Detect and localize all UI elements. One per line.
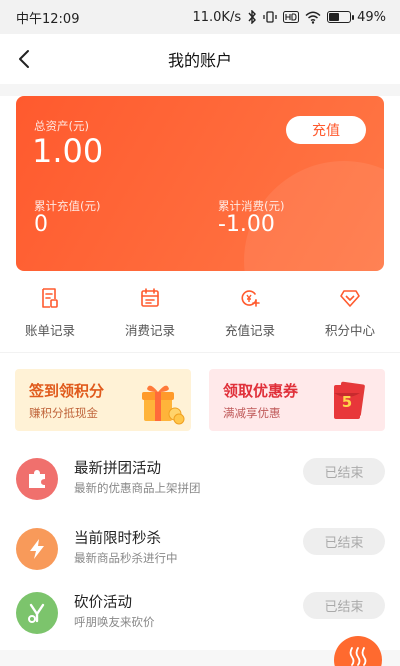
recharge-icon bbox=[241, 290, 260, 307]
lightning-icon bbox=[16, 528, 58, 570]
battery-percent: 49% bbox=[357, 9, 386, 25]
network-speed: 11.0K/s bbox=[192, 9, 242, 25]
promo-title: 签到领积分 bbox=[29, 382, 105, 400]
cut-icon bbox=[16, 592, 58, 634]
activity-title: 砍价活动 bbox=[74, 595, 132, 611]
promo-checkin-points[interactable]: 签到领积分 赚积分抵现金 bbox=[15, 369, 191, 431]
quick-link-label: 账单记录 bbox=[24, 323, 75, 338]
promo-title: 领取优惠券 bbox=[223, 382, 299, 400]
activity-title: 最新拼团活动 bbox=[74, 461, 161, 477]
battery-icon bbox=[327, 11, 355, 23]
calendar-icon bbox=[141, 288, 159, 307]
status-time: 中午12:09 bbox=[16, 11, 80, 27]
activity-flash-sale[interactable]: 当前限时秒杀 最新商品秒杀进行中 已结束 bbox=[0, 518, 400, 582]
vibrate-icon bbox=[263, 10, 277, 24]
promo-subtitle: 赚积分抵现金 bbox=[29, 406, 98, 420]
activity-title: 当前限时秒杀 bbox=[74, 531, 161, 547]
header-spacer bbox=[0, 84, 400, 96]
diamond-icon bbox=[340, 290, 360, 307]
quick-link-consumption[interactable]: 消费记录 bbox=[100, 282, 200, 344]
red-envelope-icon: 5 bbox=[331, 379, 367, 423]
status-bar: 中午12:09 11.0K/s 49% bbox=[0, 0, 400, 34]
wifi-icon bbox=[305, 11, 321, 24]
gift-box-icon bbox=[142, 385, 185, 425]
total-recharge-value: 0 bbox=[34, 212, 48, 237]
bluetooth-icon bbox=[247, 10, 257, 24]
quick-link-recharge-records[interactable]: 充值记录 bbox=[200, 282, 300, 344]
puzzle-icon bbox=[16, 458, 58, 500]
activity-group-buy[interactable]: 最新拼团活动 最新的优惠商品上架拼团 已结束 bbox=[0, 448, 400, 512]
quick-link-label: 积分中心 bbox=[324, 323, 375, 338]
waves-icon bbox=[349, 647, 367, 666]
activity-bargain[interactable]: 砍价活动 呼朋唤友来砍价 已结束 bbox=[0, 582, 400, 646]
hd-icon bbox=[283, 11, 300, 23]
nav-bar: 我的账户 bbox=[0, 34, 400, 84]
activity-subtitle: 呼朋唤友来砍价 bbox=[74, 615, 155, 629]
bill-icon bbox=[42, 288, 58, 308]
quick-link-label: 充值记录 bbox=[224, 323, 275, 338]
quick-link-points-center[interactable]: 积分中心 bbox=[300, 282, 400, 344]
page-title: 我的账户 bbox=[167, 51, 232, 70]
promo-subtitle: 满减享优惠 bbox=[223, 406, 281, 420]
section-divider bbox=[0, 352, 400, 353]
promo-coupon[interactable]: 领取优惠券 满减享优惠 5 bbox=[209, 369, 385, 431]
total-spend-value: -1.00 bbox=[218, 212, 275, 237]
activity-subtitle: 最新的优惠商品上架拼团 bbox=[74, 481, 201, 495]
activity-subtitle: 最新商品秒杀进行中 bbox=[74, 551, 178, 565]
status-icons: 11.0K/s 49% bbox=[192, 10, 386, 25]
activity-status-button[interactable]: 已结束 bbox=[303, 592, 385, 619]
recharge-button[interactable]: 充值 bbox=[286, 116, 366, 144]
activity-status-button[interactable]: 已结束 bbox=[303, 528, 385, 555]
back-button[interactable] bbox=[12, 46, 38, 72]
quick-link-label: 消费记录 bbox=[124, 323, 175, 338]
chevron-left-icon bbox=[19, 50, 29, 68]
quick-links: 账单记录 消费记录 充值记录 积分中心 bbox=[0, 282, 400, 344]
total-assets-value: 1.00 bbox=[32, 132, 104, 170]
quick-link-bills[interactable]: 账单记录 bbox=[0, 282, 100, 344]
envelope-number: 5 bbox=[341, 393, 353, 411]
account-card: 总资产(元) 1.00 充值 累计充值(元) 0 累计消费(元) -1.00 bbox=[16, 96, 384, 271]
activity-status-button[interactable]: 已结束 bbox=[303, 458, 385, 485]
